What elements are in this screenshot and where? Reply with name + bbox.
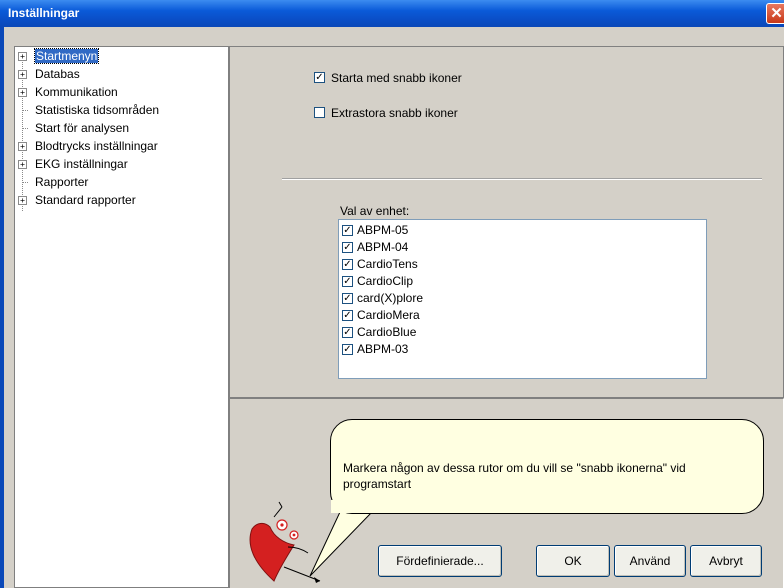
heart-mascot-icon [249, 501, 321, 583]
tree-item-label[interactable]: Rapporter [35, 175, 88, 189]
expand-icon[interactable]: + [18, 88, 27, 97]
tree-connector [22, 128, 28, 129]
unit-checkbox[interactable]: ✓ [342, 225, 353, 236]
unit-label[interactable]: CardioTens [357, 257, 418, 271]
unit-checkbox[interactable]: ✓ [342, 344, 353, 355]
expand-icon[interactable]: + [18, 196, 27, 205]
expand-icon[interactable]: + [18, 70, 27, 79]
unit-list-label: Val av enhet: [340, 204, 410, 218]
large-icons-label[interactable]: Extrastora snabb ikoner [331, 106, 458, 120]
help-text: Markera någon av dessa rutor om du vill … [343, 461, 686, 491]
window-title: Inställningar [8, 6, 80, 20]
tree-item-label[interactable]: Startmenyn [33, 48, 100, 64]
window-border [0, 27, 4, 588]
tree-item-label[interactable]: Databas [35, 67, 80, 81]
quick-icons-checkbox[interactable]: ✓ [314, 72, 325, 83]
bubble-tail-mask [331, 500, 391, 513]
expand-icon[interactable]: + [18, 160, 27, 169]
quick-icons-label[interactable]: Starta med snabb ikoner [331, 71, 462, 85]
predefined-button[interactable]: Fördefinierade... [378, 545, 502, 577]
unit-list[interactable]: ✓ ABPM-05 ✓ ABPM-04 ✓ CardioTens ✓ Cardi… [338, 219, 707, 379]
unit-label[interactable]: CardioClip [357, 274, 413, 288]
expand-icon[interactable]: + [18, 142, 27, 151]
unit-label[interactable]: ABPM-03 [357, 342, 408, 356]
separator [282, 178, 762, 180]
unit-checkbox[interactable]: ✓ [342, 242, 353, 253]
tree-item-label[interactable]: Statistiska tidsområden [35, 103, 159, 117]
expand-icon[interactable]: + [18, 52, 27, 61]
unit-checkbox[interactable]: ✓ [342, 259, 353, 270]
tree-item-label[interactable]: Kommunikation [35, 85, 118, 99]
close-button[interactable]: ✕ [766, 3, 784, 24]
apply-button[interactable]: Använd [614, 545, 686, 577]
large-icons-checkbox[interactable] [314, 107, 325, 118]
unit-checkbox[interactable]: ✓ [342, 310, 353, 321]
ok-button[interactable]: OK [536, 545, 610, 577]
title-bar[interactable] [0, 0, 784, 27]
tree-connector [22, 110, 28, 111]
tree-item-label[interactable]: Start för analysen [35, 121, 129, 135]
unit-checkbox[interactable]: ✓ [342, 293, 353, 304]
unit-label[interactable]: ABPM-04 [357, 240, 408, 254]
unit-checkbox[interactable]: ✓ [342, 327, 353, 338]
tree-connector [22, 182, 28, 183]
cancel-button[interactable]: Avbryt [690, 545, 762, 577]
tree-item-label[interactable]: Blodtrycks inställningar [35, 139, 158, 153]
settings-tree[interactable]: + Startmenyn + Databas + Kommunikation S… [14, 46, 229, 588]
unit-label[interactable]: card(X)plore [357, 291, 423, 305]
unit-label[interactable]: CardioBlue [357, 325, 416, 339]
unit-checkbox[interactable]: ✓ [342, 276, 353, 287]
tree-item-label[interactable]: Standard rapporter [35, 193, 136, 207]
tree-item-label[interactable]: EKG inställningar [35, 157, 128, 171]
unit-label[interactable]: CardioMera [357, 308, 420, 322]
unit-label[interactable]: ABPM-05 [357, 223, 408, 237]
